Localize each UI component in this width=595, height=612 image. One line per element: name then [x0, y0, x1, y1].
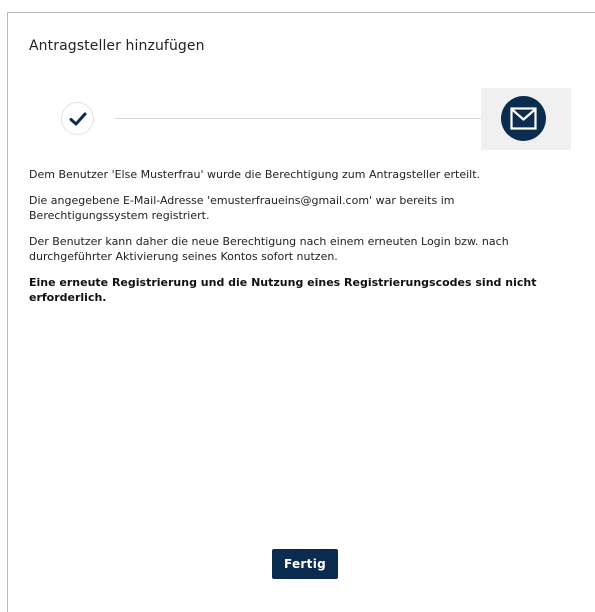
message-paragraph: Dem Benutzer 'Else Musterfrau' wurde die…	[29, 168, 481, 181]
checkmark-icon	[69, 112, 87, 126]
dialog-title: Antragsteller hinzufügen	[29, 38, 205, 54]
envelope-icon	[510, 107, 537, 130]
message-paragraph: Die angegebene E-Mail-Adresse 'emusterfr…	[29, 194, 455, 222]
finish-button[interactable]: Fertig	[272, 549, 338, 579]
step-completed	[61, 102, 94, 135]
step-active	[501, 96, 546, 141]
stepper-connector-line	[115, 118, 488, 119]
stepper	[8, 88, 595, 150]
message-paragraph: Der Benutzer kann daher die neue Berecht…	[29, 235, 509, 263]
message-paragraph-emphasis: Eine erneute Registrierung und die Nutzu…	[29, 276, 537, 304]
message-body: Dem Benutzer 'Else Musterfrau' wurde die…	[29, 167, 569, 316]
dialog: Antragsteller hinzufügen Dem Benutzer 'E…	[7, 12, 595, 612]
